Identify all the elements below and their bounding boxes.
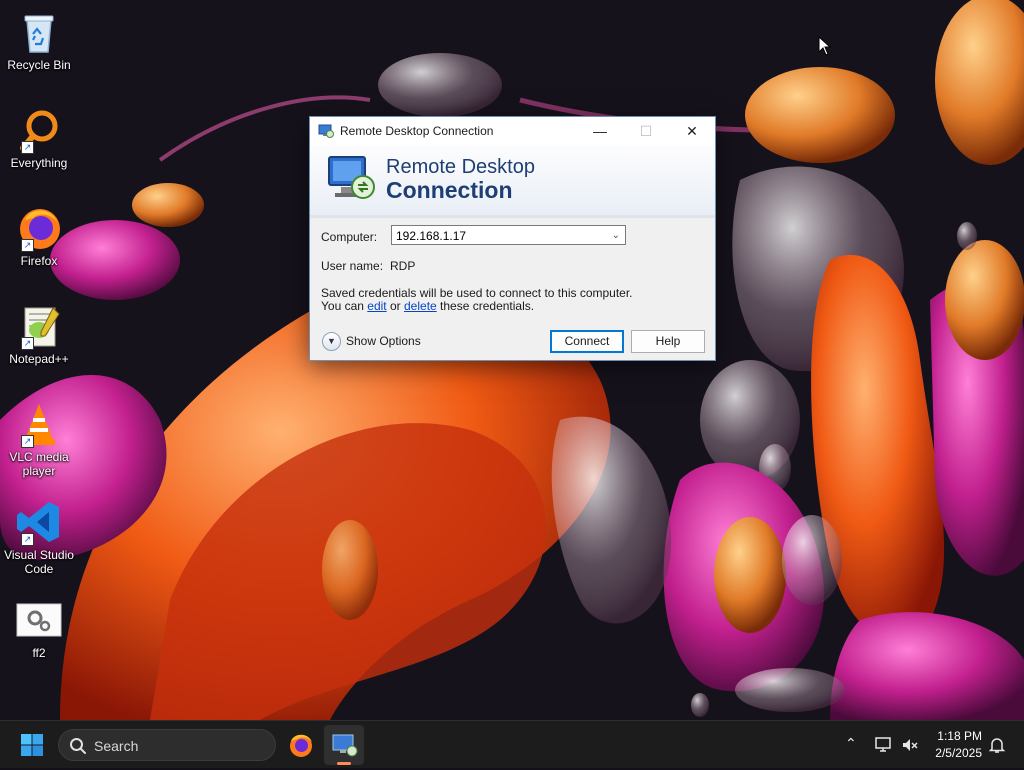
desktop-icon-ff2[interactable]: ff2 (4, 596, 74, 660)
notification-bell-icon[interactable] (988, 736, 1006, 754)
computer-label: Computer: (321, 230, 378, 244)
desktop-icon-vscode[interactable]: ↗ Visual Studio Code (4, 498, 74, 576)
desktop-icon-vlc[interactable]: ↗ VLC media player (4, 400, 74, 478)
search-icon (70, 738, 86, 754)
remote-desktop-app-icon (332, 734, 358, 757)
vscode-icon: ↗ (15, 498, 63, 546)
computer-combobox[interactable]: 192.168.1.17 ⌄ (391, 225, 626, 245)
show-hidden-icons-chevron-icon[interactable]: ⌃ (845, 735, 857, 752)
mouse-cursor-icon (818, 36, 832, 56)
shortcut-arrow-icon: ↗ (21, 141, 34, 154)
shortcut-arrow-icon: ↗ (21, 435, 34, 448)
taskbar-clock[interactable]: 1:18 PM 2/5/2025 (935, 728, 982, 762)
shortcut-arrow-icon: ↗ (21, 533, 34, 546)
desktop-icon-label: VLC media player (9, 450, 69, 478)
start-button[interactable] (20, 733, 44, 757)
network-icon[interactable] (874, 736, 892, 754)
desktop-icon-recycle-bin[interactable]: Recycle Bin (4, 8, 74, 72)
delete-credentials-link[interactable]: delete (404, 299, 437, 313)
username-value: RDP (390, 259, 416, 273)
firefox-icon: ↗ (15, 204, 63, 252)
connect-button[interactable]: Connect (550, 330, 624, 353)
active-app-indicator (337, 762, 351, 765)
taskbar-firefox-button[interactable] (281, 725, 321, 765)
credentials-tail-text: these credentials. (440, 299, 535, 313)
clock-time: 1:18 PM (937, 729, 982, 743)
recycle-bin-icon (15, 8, 63, 56)
edit-credentials-link[interactable]: edit (367, 299, 386, 313)
shortcut-arrow-icon: ↗ (21, 337, 34, 350)
vlc-icon: ↗ (15, 400, 63, 448)
remote-desktop-connection-window: Remote Desktop Connection — ☐ ✕ Remote D… (309, 116, 716, 361)
window-titlebar[interactable]: Remote Desktop Connection — ☐ ✕ (310, 117, 715, 145)
credentials-you-can-text: You can (321, 299, 364, 313)
maximize-button: ☐ (623, 117, 669, 145)
banner-title-line2: Connection (386, 177, 513, 203)
notepad-plus-plus-icon: ↗ (15, 302, 63, 350)
desktop-icon-label: Everything (10, 156, 68, 170)
desktop-icon-everything[interactable]: ↗ Everything (4, 106, 74, 170)
maximize-icon: ☐ (639, 122, 653, 139)
computer-value: 192.168.1.17 (396, 229, 467, 243)
help-button[interactable]: Help (631, 330, 705, 353)
credentials-actions: You can edit or delete these credentials… (321, 299, 534, 313)
firefox-icon (290, 734, 312, 757)
remote-desktop-app-icon (318, 124, 334, 138)
clock-date: 2/5/2025 (935, 746, 982, 760)
desktop-icon-label: Recycle Bin (7, 58, 71, 72)
banner-title-line1: Remote Desktop (386, 156, 535, 178)
desktop-icon-label: ff2 (32, 646, 46, 660)
desktop-icon-label: Visual Studio Code (4, 548, 74, 576)
desktop-icon-label: Firefox (20, 254, 58, 268)
show-options-label[interactable]: Show Options (346, 334, 421, 348)
minimize-icon: — (593, 123, 607, 139)
desktop-icon-firefox[interactable]: ↗ Firefox (4, 204, 74, 268)
shortcut-arrow-icon: ↗ (21, 239, 34, 252)
everything-search-icon: ↗ (15, 106, 63, 154)
minimize-button[interactable]: — (577, 117, 623, 145)
credentials-or-text: or (389, 299, 401, 313)
chevron-down-icon[interactable]: ⌄ (612, 226, 620, 246)
volume-muted-icon[interactable] (901, 736, 919, 754)
close-button[interactable]: ✕ (669, 117, 715, 145)
close-icon: ✕ (686, 122, 698, 139)
credentials-message: Saved credentials will be used to connec… (321, 286, 633, 300)
chevron-down-icon: ▼ (327, 336, 336, 346)
taskbar: Search ⌃ 1:18 PM 2/5/2025 (0, 720, 1024, 768)
show-options-toggle[interactable]: ▼ (322, 332, 341, 351)
dialog-banner: Remote Desktop Connection (310, 145, 715, 218)
desktop-icon-label: Notepad++ (9, 352, 69, 366)
desktop-icon-notepad-plus-plus[interactable]: ↗ Notepad++ (4, 302, 74, 366)
search-placeholder: Search (94, 738, 139, 754)
taskbar-remote-desktop-button[interactable] (324, 725, 364, 765)
remote-desktop-monitor-icon (328, 156, 375, 199)
window-title: Remote Desktop Connection (340, 124, 494, 138)
username-label: User name: (321, 259, 384, 273)
taskbar-search-box[interactable]: Search (58, 729, 276, 761)
settings-file-icon (15, 596, 63, 644)
